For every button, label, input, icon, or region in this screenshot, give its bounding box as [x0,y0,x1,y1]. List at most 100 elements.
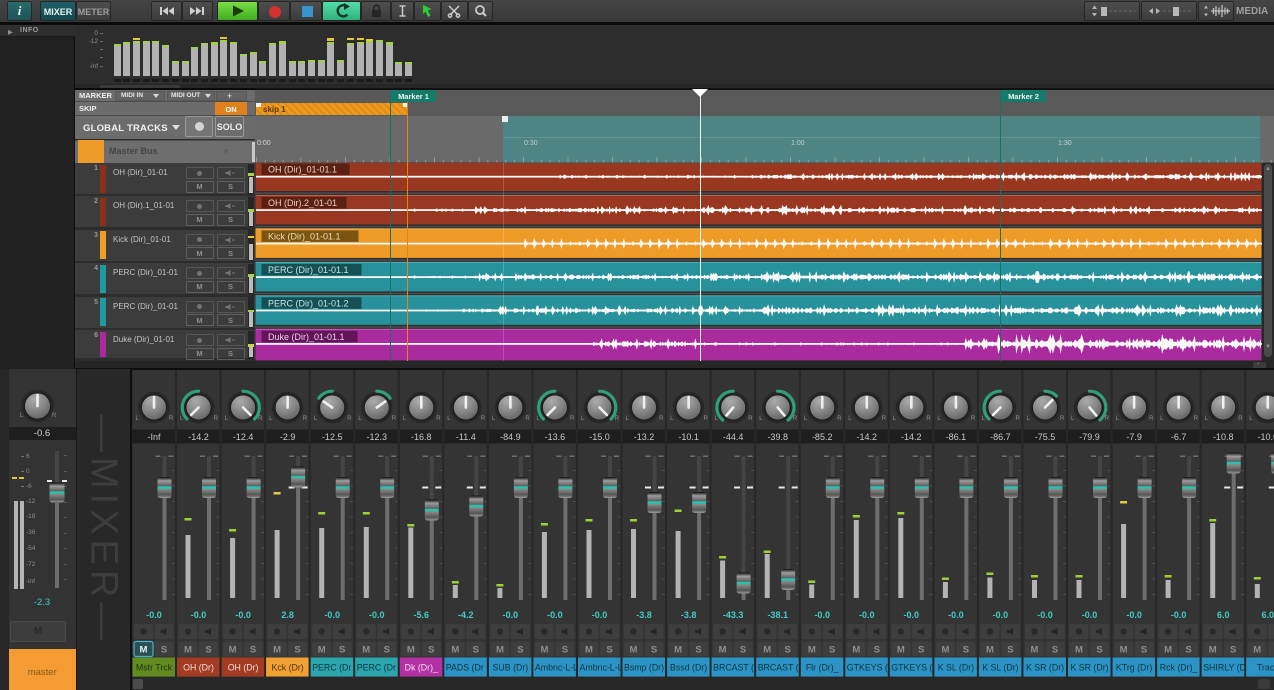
svg-text:R: R [926,416,931,422]
svg-text:-12.3: -12.3 [367,432,388,442]
svg-text:Ambnc-L-L: Ambnc-L-L [535,663,578,673]
svg-text:6.0: 6.0 [1217,610,1230,620]
svg-text:S: S [606,645,612,656]
svg-text:S: S [428,645,434,656]
svg-text:BRCAST (P: BRCAST (P [713,663,760,673]
svg-text:-86.7: -86.7 [990,432,1011,442]
svg-text:S: S [1185,645,1191,656]
svg-text:R: R [1060,416,1065,422]
svg-text:-75.5: -75.5 [1035,432,1056,442]
svg-text:-11.4: -11.4 [456,432,476,442]
svg-text:PERC (Dir)_01-01.2: PERC (Dir)_01-01.2 [268,298,349,308]
svg-text:-0.0: -0.0 [235,610,251,620]
svg-text:R: R [169,416,174,422]
svg-text:-12.5: -12.5 [322,432,343,442]
svg-text:M: M [585,645,593,656]
svg-text:M: M [229,645,237,656]
svg-text:-0.0: -0.0 [904,610,920,620]
svg-text:-6.7: -6.7 [1171,432,1187,442]
svg-text:S: S [1096,645,1102,656]
svg-text:M: M [674,645,682,656]
svg-text:OH (Dr): OH (Dr) [228,663,259,673]
svg-text:2.8: 2.8 [281,610,294,620]
svg-text:Dk (Dr)_: Dk (Dr)_ [405,663,438,673]
svg-text:M: M [852,645,860,656]
svg-text:Bsmp (Dr): Bsmp (Dr) [624,663,664,673]
svg-text:Duke (Dir)_01-01.1: Duke (Dir)_01-01.1 [268,332,345,342]
svg-text:-43.3: -43.3 [723,610,744,620]
svg-text:Kck (Dr): Kck (Dr) [271,663,303,673]
svg-text:-0.0: -0.0 [369,610,385,620]
svg-text:S: S [651,645,657,656]
svg-text:-44.4: -44.4 [723,432,744,442]
svg-text:-10.1: -10.1 [678,432,699,442]
svg-text:Rck (Dr)_: Rck (Dr)_ [1160,663,1198,673]
svg-text:S: S [517,645,523,656]
svg-text:PERC (Dr: PERC (Dr [357,663,396,673]
svg-text:R: R [436,416,441,422]
svg-text:M: M [140,645,148,656]
svg-text:M: M [719,645,727,656]
svg-text:M: M [763,645,771,656]
svg-text:-0.0: -0.0 [1126,610,1142,620]
svg-text:S: S [384,645,390,656]
svg-text:-14.2: -14.2 [857,432,878,442]
svg-text:K SL (Dr): K SL (Dr) [982,663,1018,673]
svg-text:-3.8: -3.8 [681,610,697,620]
svg-text:M: M [540,645,548,656]
svg-text:S: S [294,645,300,656]
svg-text:M: M [407,645,415,656]
svg-text:R: R [1238,416,1243,422]
svg-text:S: S [562,645,568,656]
svg-text:-0.0: -0.0 [1037,610,1053,620]
svg-text:-0.0: -0.0 [948,610,964,620]
svg-text:S: S [1141,645,1147,656]
svg-text:-14.2: -14.2 [188,432,209,442]
svg-text:S: S [1007,645,1013,656]
svg-text:R: R [971,416,976,422]
svg-text:-3.8: -3.8 [636,610,652,620]
svg-text:-0.0: -0.0 [1082,610,1098,620]
svg-text:M: M [184,645,192,656]
svg-text:-84.9: -84.9 [500,432,521,442]
svg-text:SUB (Dr): SUB (Dr) [493,663,529,673]
svg-text:-0.0: -0.0 [859,610,875,620]
svg-text:R: R [1016,416,1021,422]
svg-text:-5.6: -5.6 [414,610,430,620]
svg-text:M: M [986,645,994,656]
svg-text:6.0: 6.0 [1262,610,1274,620]
svg-text:M: M [630,645,638,656]
svg-text:-0.0: -0.0 [146,610,162,620]
svg-text:M: M [1031,645,1039,656]
svg-text:PERC (Dir)_01-01.1: PERC (Dir)_01-01.1 [268,265,349,275]
svg-text:M: M [941,645,949,656]
svg-text:GTKEYS (D: GTKEYS (D [847,663,894,673]
svg-text:R: R [882,416,887,422]
svg-text:R: R [303,416,308,422]
svg-text:M: M [362,645,370,656]
svg-text:R: R [525,416,530,422]
svg-text:-2.9: -2.9 [280,432,296,442]
svg-text:-38.1: -38.1 [767,610,788,620]
svg-text:M: M [897,645,905,656]
svg-text:R: R [214,416,219,422]
svg-text:S: S [250,645,256,656]
svg-text:Kick (Dir)_01-01.1: Kick (Dir)_01-01.1 [268,231,341,241]
svg-text:PERC (Dr: PERC (Dr [312,663,351,673]
svg-text:R: R [837,416,842,422]
svg-text:S: S [918,645,924,656]
svg-text:R: R [1194,416,1199,422]
svg-text:R: R [659,416,664,422]
svg-text:R: R [748,416,753,422]
svg-text:OH (Dir).2_01-01: OH (Dir).2_01-01 [268,198,337,208]
svg-text:R: R [1149,416,1154,422]
svg-text:K SR (Dr): K SR (Dr) [1026,663,1064,673]
svg-text:S: S [695,645,701,656]
svg-text:-10.6: -10.6 [1258,432,1274,442]
svg-text:R: R [481,416,486,422]
svg-text:S: S [339,645,345,656]
svg-text:M: M [1253,645,1261,656]
svg-text:R: R [793,416,798,422]
svg-text:M: M [496,645,504,656]
svg-text:M: M [1209,645,1217,656]
